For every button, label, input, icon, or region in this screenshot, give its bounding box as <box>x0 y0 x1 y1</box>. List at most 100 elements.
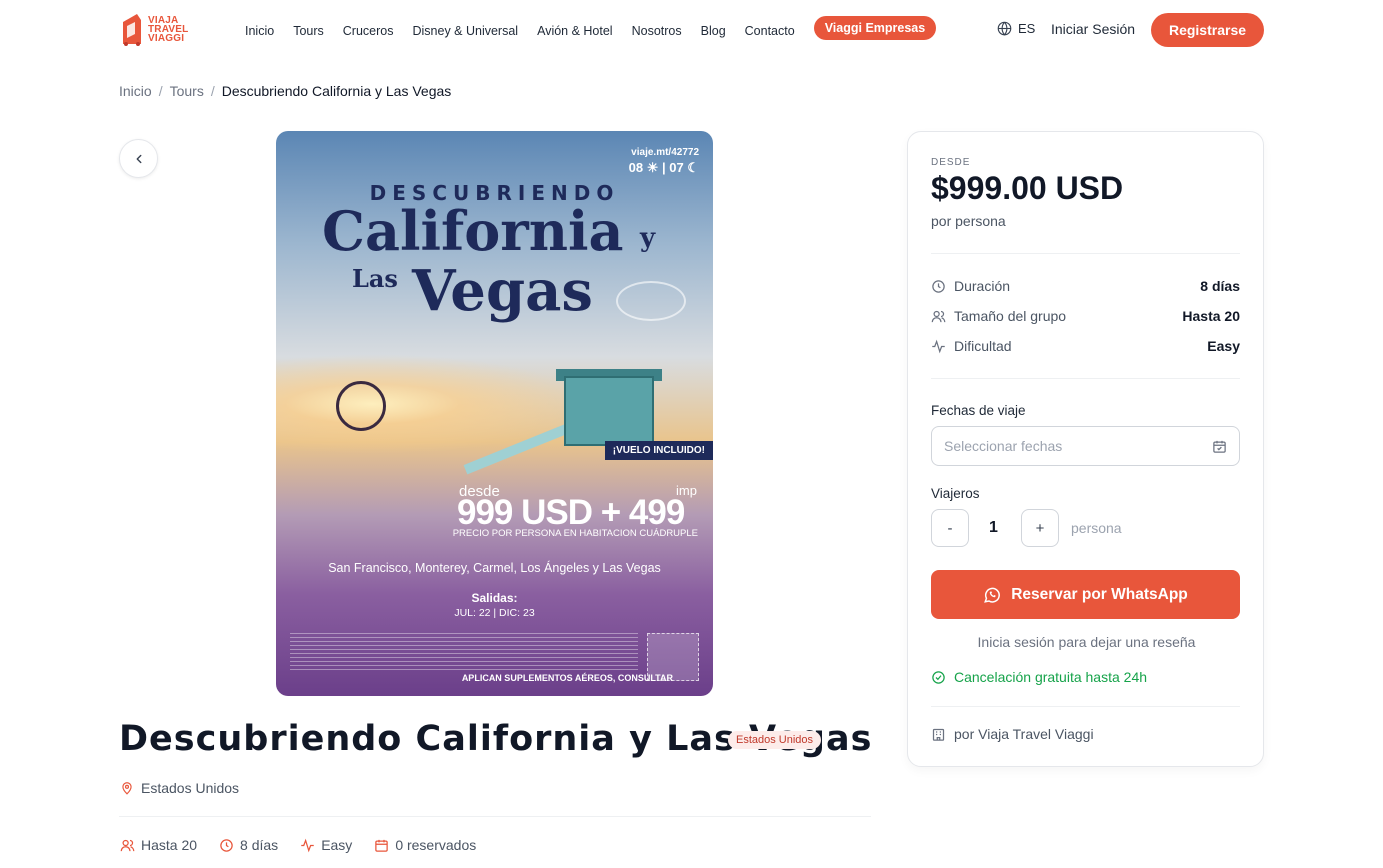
poster-days: 08 <box>628 160 644 175</box>
card-divider <box>931 378 1240 379</box>
language-label: ES <box>1018 21 1036 36</box>
back-button[interactable] <box>119 139 158 178</box>
nav-item-disney-universal[interactable]: Disney & Universal <box>412 24 518 38</box>
detail-row-duration: Duración 8 días <box>931 278 1240 294</box>
building-icon <box>932 728 945 741</box>
calendar-icon <box>375 839 389 852</box>
poster-cities: San Francisco, Monterey, Carmel, Los Áng… <box>328 561 661 575</box>
group-label: Tamaño del grupo <box>954 308 1067 324</box>
duration-label: Duración <box>954 278 1011 294</box>
login-link[interactable]: Iniciar Sesión <box>1051 21 1135 37</box>
poster-california: California <box>322 199 624 263</box>
poster-dates: JUL: 22 | DIC: 23 <box>454 607 535 619</box>
stat-difficulty: Easy <box>300 837 352 853</box>
breadcrumb-separator: / <box>158 83 163 99</box>
logo-icon <box>123 14 141 46</box>
detail-row-difficulty: Dificultad Easy <box>931 338 1240 354</box>
dates-label: Fechas de viaje <box>931 403 1026 418</box>
group-value: Hasta 20 <box>1182 308 1240 324</box>
poster-suplementos: APLICAN SUPLEMENTOS AÉREOS, CONSULTAR <box>461 673 673 683</box>
difficulty-value: Easy <box>1207 338 1240 354</box>
clock-icon <box>932 279 945 293</box>
decrement-travelers-button[interactable]: - <box>931 509 969 547</box>
poster-y: y <box>640 223 656 253</box>
poster-nights: 07 <box>669 160 684 175</box>
provider-label: por Viaja Travel Viaggi <box>954 726 1094 742</box>
tour-stats: Hasta 20 8 días Easy 0 reservados <box>120 837 476 853</box>
activity-icon <box>301 838 314 852</box>
nav-item-blog[interactable]: Blog <box>701 24 726 38</box>
breadcrumb-current: Descubriendo California y Las Vegas <box>221 83 452 99</box>
nav-item-viaggi-empresas[interactable]: Viaggi Empresas <box>813 16 937 40</box>
nav-item-inicio[interactable]: Inicio <box>245 24 274 38</box>
poster-lifeguard-tower <box>564 376 654 446</box>
card-divider <box>931 706 1240 707</box>
increment-travelers-button[interactable]: + <box>1021 509 1059 547</box>
language-selector[interactable]: ES <box>997 21 1035 36</box>
price-from-label: DESDE <box>931 157 971 168</box>
stat-group-value: Hasta 20 <box>141 837 198 853</box>
date-placeholder: Seleccionar fechas <box>944 438 1063 454</box>
logo[interactable]: VIAJA TRAVEL VIAGGI <box>120 12 188 46</box>
main-nav: Inicio Tours Cruceros Disney & Universal… <box>245 16 955 40</box>
logo-line: VIAGGI <box>148 32 185 44</box>
divider <box>119 816 871 817</box>
booking-card: DESDE $999.00 USD por persona Duración 8… <box>907 131 1264 767</box>
breadcrumb-separator: / <box>210 83 215 99</box>
sun-icon: ☀ <box>646 160 659 175</box>
poster-code: viaje.mt/42772 08 ☀ | 07 ☾ <box>629 147 699 176</box>
whatsapp-button-label: Reservar por WhatsApp <box>1011 585 1188 603</box>
stat-duration: 8 días <box>219 837 278 853</box>
travelers-label: Viajeros <box>931 486 980 501</box>
poster-ferris-wheel <box>336 381 386 431</box>
stat-booked-value: 0 reservados <box>395 837 477 853</box>
chevron-left-icon <box>136 154 141 163</box>
activity-icon <box>932 339 945 353</box>
poster-code-text: viaje.mt/42772 <box>631 147 699 158</box>
detail-row-group: Tamaño del grupo Hasta 20 <box>931 308 1240 324</box>
country-badge: Estados Unidos <box>728 731 822 749</box>
travelers-unit: persona <box>1071 520 1122 536</box>
tour-provider: por Viaja Travel Viaggi <box>931 726 1094 742</box>
users-icon <box>120 839 135 851</box>
moon-icon: ☾ <box>687 160 699 175</box>
nav-item-contacto[interactable]: Contacto <box>745 24 795 38</box>
breadcrumb-item-tours[interactable]: Tours <box>170 83 204 99</box>
card-divider <box>931 253 1240 254</box>
whatsapp-icon <box>984 587 1001 603</box>
poster-vegas: Vegas <box>412 258 593 324</box>
nav-item-avion-hotel[interactable]: Avión & Hotel <box>537 24 613 38</box>
stat-booked: 0 reservados <box>374 837 476 853</box>
location-label: Estados Unidos <box>141 780 240 796</box>
poster-fine-print <box>290 633 638 673</box>
tour-poster-image: viaje.mt/42772 08 ☀ | 07 ☾ DESCUBRIENDO … <box>276 131 713 696</box>
whatsapp-booking-button[interactable]: Reservar por WhatsApp <box>931 570 1240 619</box>
clock-icon <box>220 838 233 852</box>
site-header: VIAJA TRAVEL VIAGGI Inicio Tours Crucero… <box>0 0 1383 60</box>
stat-group: Hasta 20 <box>120 837 197 853</box>
tour-location: Estados Unidos <box>120 780 239 796</box>
nav-item-tours[interactable]: Tours <box>293 24 324 38</box>
poster-per-person: PRECIO POR PERSONA EN HABITACION CUÁDRUP… <box>452 528 698 539</box>
nav-item-cruceros[interactable]: Cruceros <box>343 24 394 38</box>
poster-vegas-sign <box>616 281 686 321</box>
register-button[interactable]: Registrarse <box>1151 13 1264 47</box>
price-unit: por persona <box>931 213 1006 229</box>
stat-difficulty-value: Easy <box>321 837 353 853</box>
map-pin-icon <box>122 782 132 795</box>
nav-item-nosotros[interactable]: Nosotros <box>632 24 682 38</box>
poster-price: 999 USD + 499 <box>457 493 685 532</box>
free-cancellation: Cancelación gratuita hasta 24h <box>931 669 1147 685</box>
stat-duration-value: 8 días <box>240 837 279 853</box>
poster-separator: | <box>661 160 666 175</box>
review-login-link[interactable]: Inicia sesión para dejar una reseña <box>908 634 1265 650</box>
check-circle-icon <box>932 670 945 684</box>
cancellation-label: Cancelación gratuita hasta 24h <box>954 669 1148 685</box>
poster-vuelo-badge: ¡VUELO INCLUIDO! <box>604 441 713 460</box>
breadcrumb-item-inicio[interactable]: Inicio <box>119 83 152 99</box>
date-picker-input[interactable]: Seleccionar fechas <box>931 426 1240 466</box>
duration-value: 8 días <box>1200 278 1240 294</box>
breadcrumb: Inicio / Tours / Descubriendo California… <box>119 83 451 99</box>
difficulty-label: Dificultad <box>954 338 1012 354</box>
calendar-icon <box>1213 440 1226 453</box>
